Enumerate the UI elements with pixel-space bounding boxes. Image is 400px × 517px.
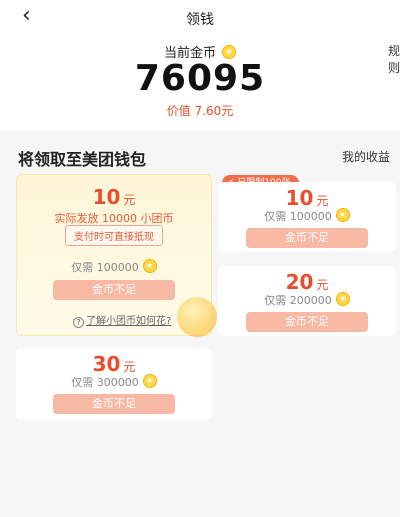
insufficient-coins-button[interactable]: 金币不足 bbox=[246, 312, 368, 332]
reward-amount-value: 10 bbox=[92, 185, 121, 209]
insufficient-coins-button[interactable]: 金币不足 bbox=[53, 394, 175, 414]
coin-balance-panel: 当前金币 规则 76095 价值 7.60元 bbox=[0, 36, 400, 130]
question-icon: ? bbox=[73, 317, 84, 328]
reward-amount-unit: 元 bbox=[123, 193, 136, 207]
reward-amount-value: 20 bbox=[285, 270, 314, 294]
reward-amount-value: 30 bbox=[92, 352, 121, 376]
reward-amount: 20 元 bbox=[218, 270, 396, 294]
my-earnings-link[interactable]: 我的收益 bbox=[342, 148, 400, 165]
gold-coin-icon bbox=[142, 374, 157, 388]
reward-amount-value: 10 bbox=[285, 186, 314, 210]
featured-reward-card[interactable]: 10元 实际发放 10000 小团币 支付时可直接抵现 仅需 100000 金币… bbox=[16, 174, 217, 337]
gold-coin-icon bbox=[335, 292, 350, 306]
page-title: 领钱 bbox=[186, 12, 214, 28]
coin-worth: 价值 7.60元 bbox=[166, 104, 234, 118]
required-coins: 仅需 100000 bbox=[218, 208, 396, 224]
required-coins-text: 仅需 100000 bbox=[264, 210, 332, 223]
reward-amount: 30 元 bbox=[16, 352, 212, 376]
reward-amount-unit: 元 bbox=[123, 360, 136, 374]
cash-deduct-tag: 支付时可直接抵现 bbox=[65, 225, 163, 246]
required-coins: 仅需 300000 bbox=[16, 374, 212, 390]
insufficient-coins-button[interactable]: 金币不足 bbox=[246, 228, 368, 248]
gold-coin-icon bbox=[335, 208, 350, 222]
required-coins: 仅需 100000 bbox=[17, 259, 211, 275]
required-coins: 仅需 200000 bbox=[218, 292, 396, 308]
gold-coin-icon bbox=[142, 259, 157, 273]
reward-card[interactable]: 30元 仅需 300000 金币不足 bbox=[16, 348, 212, 420]
help-link[interactable]: ? 了解小团币如何花? bbox=[73, 312, 171, 328]
reward-amount: 10 元 bbox=[17, 185, 211, 209]
insufficient-coins-button[interactable]: 金币不足 bbox=[53, 280, 175, 300]
decorative-coin-icon bbox=[177, 297, 217, 337]
required-coins-text: 仅需 300000 bbox=[71, 376, 139, 389]
coin-balance: 76095 bbox=[134, 58, 266, 99]
gold-coin-icon bbox=[222, 45, 236, 59]
reward-amount-unit: 元 bbox=[316, 194, 329, 208]
reward-amount: 10 元 bbox=[218, 186, 396, 210]
reward-card[interactable]: 10元 仅需 100000 金币不足 bbox=[218, 182, 396, 252]
section-title: 将领取至美团钱包 bbox=[18, 150, 147, 169]
reward-amount-unit: 元 bbox=[316, 278, 329, 292]
reward-description: 实际发放 10000 小团币 bbox=[54, 212, 174, 225]
top-bar: ‹ 领钱 bbox=[0, 0, 400, 36]
reward-card[interactable]: 20元 仅需 200000 金币不足 bbox=[218, 266, 396, 336]
required-coins-text: 仅需 200000 bbox=[264, 294, 332, 307]
required-coins-text: 仅需 100000 bbox=[71, 261, 139, 274]
help-link-text: 了解小团币如何花? bbox=[86, 316, 172, 327]
